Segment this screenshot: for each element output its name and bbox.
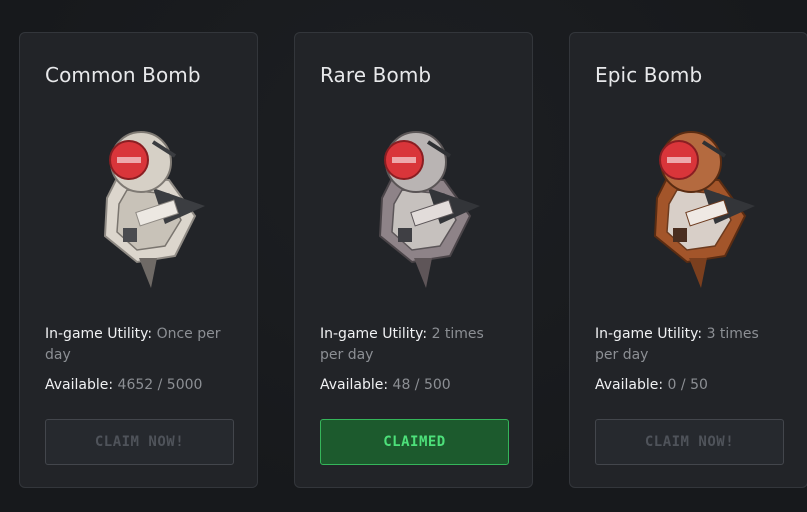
available-label: Available:	[595, 377, 664, 393]
available-line: Available: 0 / 50	[595, 375, 708, 396]
available-value: 48 / 500	[392, 377, 451, 393]
utility-line: In-game Utility: Once per day	[45, 324, 235, 366]
utility-label: In-game Utility:	[320, 326, 428, 342]
available-line: Available: 4652 / 5000	[45, 375, 202, 396]
utility-label: In-game Utility:	[45, 326, 153, 342]
card-title: Common Bomb	[45, 63, 201, 87]
utility-line: In-game Utility: 3 times per day	[595, 324, 785, 366]
available-label: Available:	[320, 377, 389, 393]
bomb-card-rare: Rare Bomb In-game Utility: 2 times per d…	[294, 32, 533, 488]
claim-button[interactable]: CLAIM NOW!	[45, 419, 234, 465]
card-title: Epic Bomb	[595, 63, 703, 87]
utility-line: In-game Utility: 2 times per day	[320, 324, 510, 366]
available-label: Available:	[45, 377, 114, 393]
bomb-card-common: Common Bomb In-game Utility: Once per da…	[19, 32, 258, 488]
available-line: Available: 48 / 500	[320, 375, 451, 396]
bomb-card-epic: Epic Bomb In-game Utility: 3 times per d…	[569, 32, 807, 488]
claimed-button[interactable]: CLAIMED	[320, 419, 509, 465]
claim-button[interactable]: CLAIM NOW!	[595, 419, 784, 465]
common-bomb-icon	[103, 131, 205, 288]
card-title: Rare Bomb	[320, 63, 432, 87]
utility-label: In-game Utility:	[595, 326, 703, 342]
rare-bomb-icon	[378, 131, 480, 288]
epic-bomb-icon	[653, 131, 755, 288]
available-value: 0 / 50	[667, 377, 708, 393]
available-value: 4652 / 5000	[117, 377, 203, 393]
